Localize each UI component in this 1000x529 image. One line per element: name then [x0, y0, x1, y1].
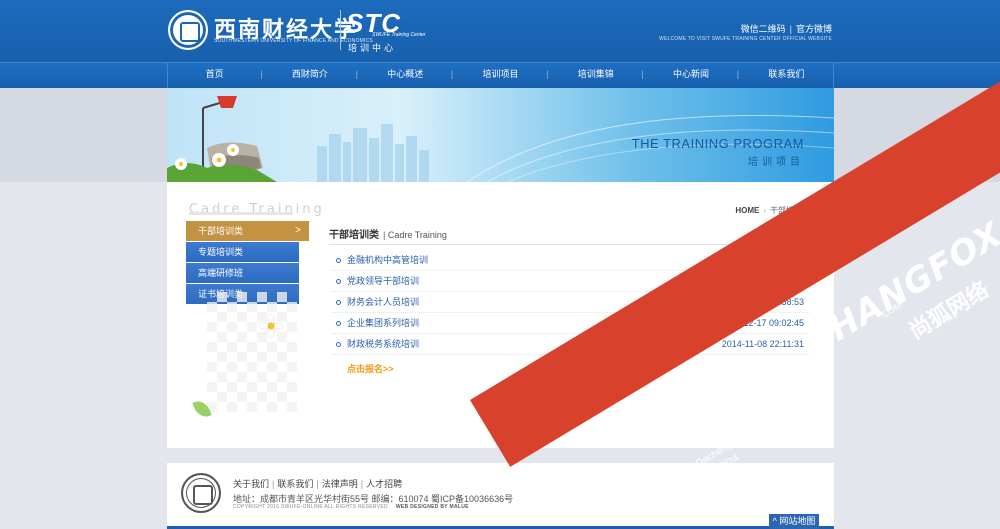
footer-link-careers[interactable]: 人才招聘 — [366, 479, 402, 489]
ribbon-com: .COM — [878, 299, 904, 321]
sidebar-title: Cadre Training — [189, 202, 325, 217]
university-seal-logo[interactable] — [168, 10, 208, 50]
breadcrumb-arrow-icon: › — [763, 206, 766, 215]
footer-seal-logo — [181, 473, 221, 513]
list-item-date: 2014-12-17 09:58:53 — [720, 297, 804, 307]
bullet-icon — [336, 258, 341, 263]
banner-title-cn: 培训项目 — [748, 157, 804, 168]
footer-link-contact[interactable]: 联系我们 — [277, 479, 313, 489]
banner-title-en: THE TRAINING PROGRAM — [631, 136, 804, 151]
list-item-date: 2014-12-17 09:02:45 — [720, 318, 804, 328]
list-item-date: 2014-12-18 10:08:37 — [720, 276, 804, 286]
breadcrumb-current: 干部培训类 — [770, 206, 810, 215]
nav-home[interactable]: 首页 — [167, 63, 262, 89]
stc-subtitle: SWUFE Training Center — [372, 32, 426, 38]
nav-training-programs[interactable]: 培训项目 — [451, 63, 548, 89]
daisy-icon — [259, 314, 283, 338]
article-list: 金融机构中高管培训 2014-12-18 10:09:09 党政领导干部培训 2… — [332, 250, 810, 355]
content-panel: Cadre Training 干部培训类 > 专题培训类 高端研修班 证书培训类… — [167, 182, 834, 448]
list-item[interactable]: 金融机构中高管培训 2014-12-18 10:09:09 — [332, 250, 810, 271]
list-item-title[interactable]: 财务会计人员培训 — [347, 292, 419, 313]
list-item-title[interactable]: 党政领导干部培训 — [347, 271, 419, 292]
list-title-cn: 干部培训类 — [329, 230, 379, 241]
chevron-right-icon: > — [295, 225, 301, 236]
list-item[interactable]: 企业集团系列培训 2014-12-17 09:02:45 — [332, 313, 810, 334]
bullet-icon — [336, 300, 341, 305]
footer-links: 关于我们 | 联系我们 | 法律声明 | 人才招聘 — [233, 477, 402, 490]
list-item[interactable]: 财政税务系统培训 2014-11-08 22:11:31 — [332, 334, 810, 355]
nav-center-news[interactable]: 中心新闻 — [641, 63, 738, 89]
banner-illustration — [167, 96, 834, 182]
breadcrumb: HOME › 干部培训类 — [735, 205, 810, 216]
nav-contact-us[interactable]: 联系我们 — [737, 63, 834, 89]
bullet-icon — [336, 342, 341, 347]
top-links: 微信二维码 | 官方微博 — [741, 22, 832, 35]
footer: 关于我们 | 联系我们 | 法律声明 | 人才招聘 地址：成都市青羊区光华村街55号 邮编：… — [167, 463, 834, 529]
sidebar-item-label: 干部培训类 — [198, 226, 244, 236]
footer-link-about[interactable]: 关于我们 — [233, 479, 269, 489]
logo-divider — [340, 10, 341, 50]
list-divider — [329, 244, 811, 245]
banner: THE TRAINING PROGRAM 培训项目 — [167, 88, 834, 182]
main-nav: 首页 西财简介 中心概述 培训项目 培训集锦 中心新闻 联系我们 — [0, 62, 1000, 89]
footer-link-separator: | — [316, 479, 319, 489]
welcome-text: WELCOME TO VISIT SWUFE TRAINING CENTER O… — [659, 36, 832, 42]
list-item-title[interactable]: 企业集团系列培训 — [347, 313, 419, 334]
list-item-title[interactable]: 财政税务系统培训 — [347, 334, 419, 355]
list-item-title[interactable]: 金融机构中高管培训 — [347, 250, 428, 271]
list-item[interactable]: 党政领导干部培训 2014-12-18 10:08:37 — [332, 271, 810, 292]
header: 西南财经大学 SOUTHWESTERN UNIVERSITY OF FINANC… — [0, 0, 1000, 62]
stc-cn-name: 培训中心 — [348, 43, 397, 53]
nav-center-overview[interactable]: 中心概述 — [356, 63, 453, 89]
designed-by-text: WEB DESIGNED BY MALUE — [395, 504, 469, 510]
top-link-separator: | — [789, 24, 792, 34]
ribbon-cn: 尚狐网络 — [904, 276, 993, 344]
signup-link[interactable]: 点击报名>> — [347, 362, 394, 375]
footer-link-separator: | — [360, 479, 364, 489]
list-item[interactable]: 财务会计人员培训 2014-12-17 09:58:53 — [332, 292, 810, 313]
bullet-icon — [336, 321, 341, 326]
nav-training-gallery[interactable]: 培训集锦 — [546, 63, 643, 89]
list-item-date: 2014-12-18 10:09:09 — [720, 255, 804, 265]
footer-copyright: COPYRIGHT 2016 SWUFE-ONLINE ALL RIGHTS R… — [233, 504, 469, 510]
sitemap-button[interactable]: ^ 网站地图 — [769, 514, 819, 529]
sidebar-item-cadre-training[interactable]: 干部培训类 > — [186, 221, 309, 241]
sidebar-item-topic-training[interactable]: 专题培训类 — [186, 242, 299, 262]
list-title: 干部培训类 | Cadre Training — [329, 226, 447, 241]
wechat-qrcode-link[interactable]: 微信二维码 — [741, 22, 786, 35]
footer-link-separator: | — [272, 479, 275, 489]
breadcrumb-home[interactable]: HOME — [735, 206, 759, 215]
copyright-text: COPYRIGHT 2016 SWUFE-ONLINE ALL RIGHTS R… — [233, 504, 388, 510]
list-title-en: | Cadre Training — [383, 230, 447, 240]
bullet-icon — [336, 279, 341, 284]
sidebar-item-executive-program[interactable]: 高端研修班 — [186, 263, 299, 283]
nav-about-swufe[interactable]: 西财简介 — [260, 63, 357, 89]
list-item-date: 2014-11-08 22:11:31 — [721, 339, 804, 349]
sidebar-decoration — [207, 292, 297, 412]
weibo-link[interactable]: 官方微博 — [796, 22, 832, 35]
footer-link-legal[interactable]: 法律声明 — [322, 479, 358, 489]
